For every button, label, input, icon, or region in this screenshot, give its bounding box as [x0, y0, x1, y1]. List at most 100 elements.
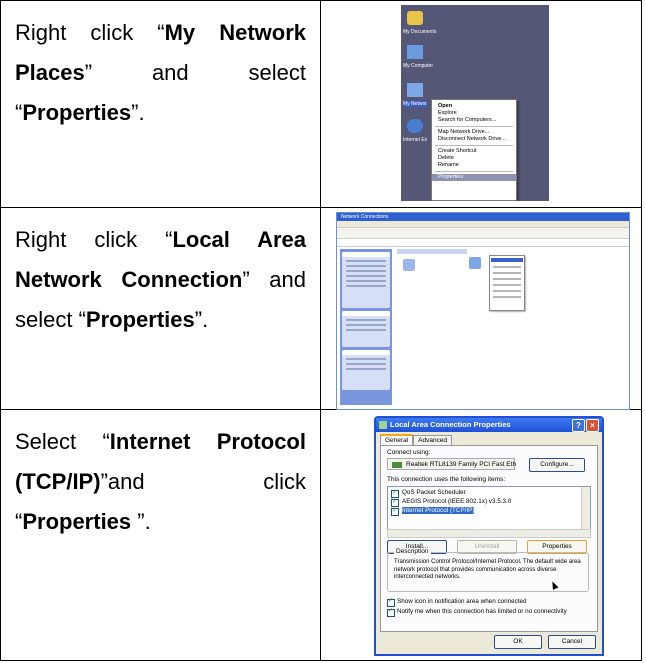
menu-item[interactable] — [493, 266, 521, 268]
dialog-title-bar: Local Area Connection Properties ? × — [376, 418, 602, 432]
step-2-image-cell: Network Connections — [320, 207, 642, 410]
notify-checkbox[interactable]: Notify me when this connection has limit… — [387, 607, 567, 617]
close-button[interactable]: × — [586, 419, 599, 432]
network-tasks-box — [342, 252, 390, 308]
step-2-instruction: Right click “Local Area Network Connecti… — [1, 208, 320, 340]
menu-item[interactable] — [493, 290, 521, 292]
task-line — [346, 363, 386, 365]
menu-bar — [337, 221, 629, 228]
configure-button[interactable]: Configure... — [529, 458, 585, 472]
task-line — [346, 285, 386, 287]
address-bar — [337, 239, 629, 247]
menu-separator — [435, 126, 513, 127]
list-item[interactable]: QoS Packet Scheduler — [391, 489, 466, 498]
task-line — [346, 275, 386, 277]
step-1-instruction: Right click “My Network Places” and sele… — [1, 1, 320, 133]
toolbar — [337, 228, 629, 239]
list-item[interactable]: AEGIS Protocol (IEEE 802.1x) v3.5.3.0 — [391, 498, 512, 507]
help-button[interactable]: ? — [572, 419, 585, 432]
step-3-instruction: Select “Internet Protocol (TCP/IP)”and c… — [1, 410, 320, 542]
show-icon-checkbox[interactable]: Show icon in notification area when conn… — [387, 597, 527, 607]
my-computer-icon — [407, 45, 423, 59]
task-pane — [340, 249, 392, 405]
horizontal-scrollbar[interactable] — [387, 529, 591, 538]
group-header — [397, 249, 467, 254]
checkbox[interactable] — [391, 507, 399, 516]
network-places-icon — [407, 83, 423, 97]
menu-create-shortcut[interactable]: Create Shortcut — [432, 148, 516, 155]
menu-item[interactable] — [493, 284, 521, 286]
checkbox[interactable] — [391, 489, 399, 498]
step-2-text-cell: Right click “Local Area Network Connecti… — [0, 207, 321, 410]
step-1-text: ”. — [131, 100, 145, 125]
step-3-image-cell: Local Area Connection Properties ? × Gen… — [320, 409, 642, 661]
item-label: QoS Packet Scheduler — [402, 489, 466, 496]
list-scrollbar[interactable] — [581, 487, 590, 529]
task-box-header — [342, 311, 390, 316]
dialog-title: Local Area Connection Properties — [390, 420, 511, 429]
step-2-text: ”. — [194, 307, 209, 332]
menu-item-highlight[interactable] — [491, 258, 523, 262]
menu-disconnect-drive[interactable]: Disconnect Network Drive... — [432, 136, 516, 143]
items-label: This connection uses the following items… — [387, 476, 506, 483]
menu-properties[interactable]: Properties — [432, 174, 516, 181]
list-item-tcpip[interactable]: Internet Protocol (TCP/IP) — [391, 507, 475, 516]
step-2-text: Right click “ — [15, 227, 173, 252]
menu-search-computers[interactable]: Search for Computers... — [432, 117, 516, 124]
context-menu: Open Explore Search for Computers... Map… — [431, 99, 517, 201]
cancel-button[interactable]: Cancel — [548, 635, 596, 649]
menu-delete[interactable]: Delete — [432, 155, 516, 162]
details-box — [342, 350, 390, 390]
my-documents-label: My Documents — [403, 29, 437, 35]
menu-separator — [435, 145, 513, 146]
instructions-table: Right click “My Network Places” and sele… — [0, 0, 642, 661]
ok-button[interactable]: OK — [494, 635, 542, 649]
task-line — [346, 260, 386, 262]
step-row-3: Select “Internet Protocol (TCP/IP)”and c… — [0, 409, 642, 661]
step-3-text: ”. — [137, 509, 151, 534]
other-places-box — [342, 311, 390, 347]
menu-item[interactable] — [493, 278, 521, 280]
connect-using-label: Connect using: — [387, 449, 431, 456]
network-places-label: My Network Places — [403, 101, 427, 107]
description-text: Transmission Control Protocol/Internet P… — [394, 559, 581, 580]
connection-context-menu — [489, 255, 525, 311]
task-line — [346, 329, 386, 331]
menu-map-drive[interactable]: Map Network Drive... — [432, 129, 516, 136]
task-line — [346, 265, 386, 267]
task-line — [346, 270, 386, 272]
task-box-header — [342, 252, 390, 257]
step-1-text: Right click “ — [15, 20, 165, 45]
menu-separator — [435, 171, 513, 172]
task-line — [346, 319, 386, 321]
description-group: Description Transmission Control Protoco… — [387, 548, 589, 592]
description-label: Description — [394, 548, 431, 555]
network-connections-window: Network Connections — [336, 212, 630, 410]
adapter-field: Realtek RTL8139 Family PCI Fast Eth — [387, 458, 517, 470]
checkbox[interactable] — [391, 498, 399, 507]
item-label: Internet Protocol (TCP/IP) — [402, 507, 475, 514]
step-1-action: Properties — [22, 100, 132, 125]
my-documents-icon — [407, 11, 423, 25]
menu-rename[interactable]: Rename — [432, 162, 516, 169]
item-label: AEGIS Protocol (IEEE 802.1x) v3.5.3.0 — [402, 498, 512, 505]
adapter-name: Realtek RTL8139 Family PCI Fast Eth — [406, 461, 517, 468]
task-line — [346, 368, 386, 370]
menu-explore[interactable]: Explore — [432, 110, 516, 117]
menu-item[interactable] — [493, 272, 521, 274]
internet-explorer-label: Internet Explorer — [403, 137, 427, 143]
network-icon — [379, 421, 387, 429]
lan-properties-dialog: Local Area Connection Properties ? × Gen… — [374, 416, 604, 656]
menu-item-properties[interactable] — [493, 296, 521, 298]
step-3-text-cell: Select “Internet Protocol (TCP/IP)”and c… — [0, 409, 321, 661]
lan-connection-icon[interactable] — [469, 257, 481, 269]
components-list[interactable]: QoS Packet Scheduler AEGIS Protocol (IEE… — [387, 486, 591, 530]
general-panel: Connect using: Realtek RTL8139 Family PC… — [380, 445, 598, 632]
connection-icon[interactable] — [403, 259, 415, 271]
step-3-action: Properties — [22, 509, 138, 534]
step-row-2: Right click “Local Area Network Connecti… — [0, 207, 642, 410]
network-adapter-icon — [392, 462, 402, 468]
my-computer-label: My Computer — [403, 63, 434, 69]
menu-open[interactable]: Open — [432, 103, 516, 110]
task-line — [346, 358, 386, 360]
